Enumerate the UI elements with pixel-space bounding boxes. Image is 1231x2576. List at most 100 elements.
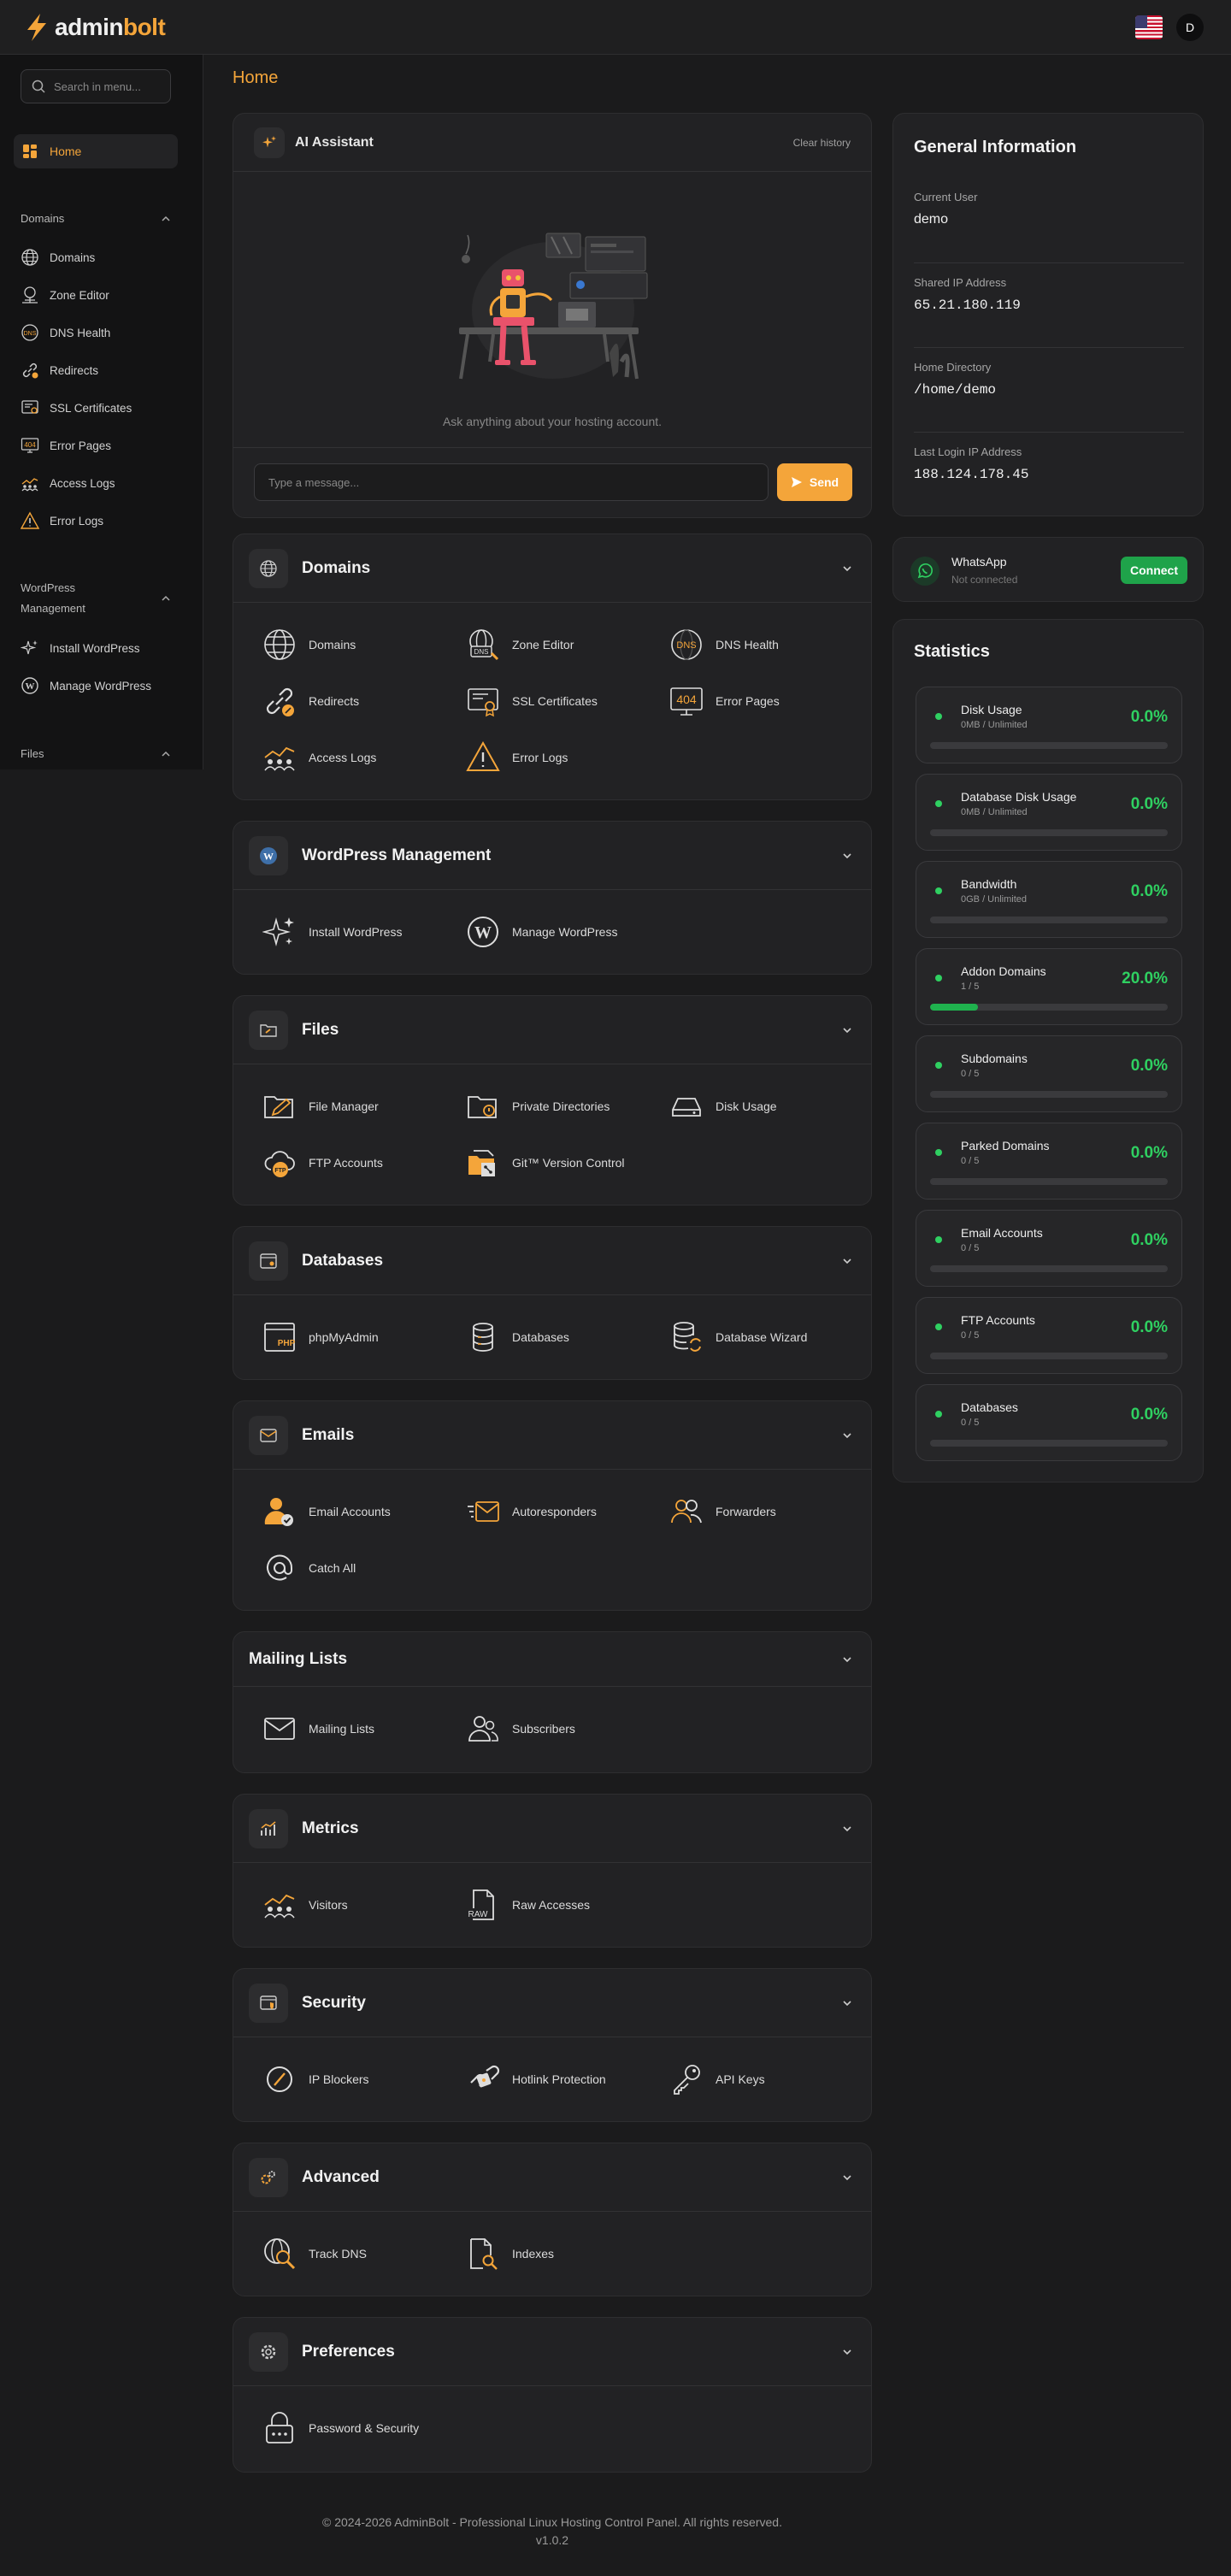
error-404-icon: 404 <box>21 436 39 455</box>
connect-button[interactable]: Connect <box>1121 557 1187 584</box>
grid-item-ssl[interactable]: SSL Certificates <box>466 684 598 718</box>
sidebar-item-manage-wordpress[interactable]: W Manage WordPress <box>21 675 151 696</box>
card-header[interactable]: Mailing Lists <box>233 1632 871 1687</box>
grid-item-autoresponders[interactable]: Autoresponders <box>466 1494 597 1529</box>
grid-item-password-security[interactable]: Password & Security <box>262 2411 419 2445</box>
grid-item-git[interactable]: Git™ Version Control <box>466 1146 625 1180</box>
chevron-down-icon[interactable] <box>839 2343 856 2361</box>
sidebar-item-zone-editor[interactable]: Zone Editor <box>21 285 109 305</box>
sidebar-item-error-pages[interactable]: 404 Error Pages <box>21 435 111 456</box>
info-current-user: Current User demo <box>914 191 1184 227</box>
clear-history-button[interactable]: Clear history <box>793 137 851 149</box>
sidebar-item-error-logs[interactable]: Error Logs <box>21 510 103 531</box>
grid-item-ftp-accounts[interactable]: FTP FTP Accounts <box>262 1146 383 1180</box>
grid-item-visitors[interactable]: Visitors <box>262 1888 348 1922</box>
sidebar-item-redirects[interactable]: Redirects <box>21 360 98 380</box>
grid-item-email-accounts[interactable]: Email Accounts <box>262 1494 391 1529</box>
grid-item-label: Catch All <box>309 1561 356 1575</box>
send-button[interactable]: Send <box>777 463 852 501</box>
status-dot <box>935 713 942 720</box>
svg-text:W: W <box>474 923 492 942</box>
card-header[interactable]: Files <box>233 996 871 1064</box>
sidebar-item-domains[interactable]: Domains <box>21 247 95 268</box>
user-avatar[interactable]: D <box>1176 14 1204 41</box>
chevron-down-icon[interactable] <box>839 560 856 577</box>
grid-item-label: Error Logs <box>512 751 568 764</box>
card-header[interactable]: Domains <box>233 534 871 603</box>
grid-item-access-logs[interactable]: Access Logs <box>262 740 376 775</box>
grid-item-catch-all[interactable]: Catch All <box>262 1551 356 1585</box>
mail-fast-icon <box>466 1494 500 1529</box>
grid-item-dns-health[interactable]: DNS DNS Health <box>669 628 779 662</box>
grid-item-phpmyadmin[interactable]: PHP phpMyAdmin <box>262 1320 379 1354</box>
grid-item-domains[interactable]: Domains <box>262 628 356 662</box>
dashboard-icon <box>23 144 37 158</box>
stat-name: Database Disk Usage <box>961 790 1077 804</box>
chevron-down-icon[interactable] <box>839 1253 856 1270</box>
chevron-down-icon[interactable] <box>839 2169 856 2186</box>
logo[interactable]: adminbolt <box>24 12 166 43</box>
chevron-down-icon[interactable] <box>839 1995 856 2012</box>
stat-percent: 0.0% <box>1130 1318 1168 1336</box>
status-dot <box>935 887 942 894</box>
card-header[interactable]: Advanced <box>233 2143 871 2212</box>
sidebar-search[interactable] <box>21 69 171 103</box>
card-header[interactable]: Preferences <box>233 2318 871 2386</box>
sidebar-search-input[interactable] <box>54 80 156 93</box>
card-header[interactable]: W WordPress Management <box>233 822 871 890</box>
grid-item-private-directories[interactable]: Private Directories <box>466 1089 610 1123</box>
card-title: Advanced <box>302 2167 380 2186</box>
grid-item-label: Disk Usage <box>716 1099 777 1113</box>
shield-window-icon <box>249 1983 288 2023</box>
grid-item-label: Password & Security <box>309 2421 420 2435</box>
grid-item-file-manager[interactable]: File Manager <box>262 1089 379 1123</box>
grid-item-hotlink-protection[interactable]: Hotlink Protection <box>466 2062 606 2096</box>
stat-name: Email Accounts <box>961 1226 1043 1240</box>
grid-item-error-pages[interactable]: 404 Error Pages <box>669 684 780 718</box>
grid-item-ip-blockers[interactable]: IP Blockers <box>262 2062 369 2096</box>
chevron-down-icon[interactable] <box>839 1022 856 1039</box>
grid-item-track-dns[interactable]: Track DNS <box>262 2237 367 2271</box>
card-header[interactable]: Security <box>233 1969 871 2037</box>
stat-name: Bandwidth <box>961 877 1017 891</box>
grid-item-disk-usage[interactable]: Disk Usage <box>669 1089 777 1123</box>
card-header[interactable]: Databases <box>233 1227 871 1295</box>
card-header[interactable]: Emails <box>233 1401 871 1470</box>
grid-item-database-wizard[interactable]: Database Wizard <box>669 1320 807 1354</box>
chevron-down-icon[interactable] <box>839 1651 856 1668</box>
sidebar-item-install-wordpress[interactable]: Install WordPress <box>21 638 140 658</box>
grid-item-mailing-lists[interactable]: Mailing Lists <box>262 1712 374 1746</box>
link-icon <box>21 361 39 380</box>
sidebar-item-label: Install WordPress <box>50 641 140 655</box>
sidebar-item-ssl[interactable]: SSL Certificates <box>21 398 132 418</box>
grid-item-zone-editor[interactable]: DNS Zone Editor <box>466 628 574 662</box>
grid-item-subscribers[interactable]: Subscribers <box>466 1712 575 1746</box>
sidebar-item-access-logs[interactable]: Access Logs <box>21 473 115 493</box>
grid-item-api-keys[interactable]: API Keys <box>669 2062 765 2096</box>
globe-icon <box>249 548 288 588</box>
chevron-down-icon[interactable] <box>839 1820 856 1837</box>
grid-item-raw-accesses[interactable]: RAW Raw Accesses <box>466 1888 590 1922</box>
sidebar-section-domains[interactable]: Domains <box>21 209 171 229</box>
globe-search-icon <box>262 2237 297 2271</box>
chevron-down-icon[interactable] <box>839 847 856 864</box>
chevron-down-icon[interactable] <box>839 1427 856 1444</box>
stat-percent: 0.0% <box>1130 795 1168 813</box>
sidebar-item-dns-health[interactable]: DNS DNS Health <box>21 322 110 343</box>
grid-item-forwarders[interactable]: Forwarders <box>669 1494 776 1529</box>
grid-item-error-logs[interactable]: Error Logs <box>466 740 568 775</box>
grid-item-label: FTP Accounts <box>309 1156 383 1170</box>
card-header[interactable]: Metrics <box>233 1795 871 1863</box>
grid-item-install-wordpress[interactable]: Install WordPress <box>262 915 402 949</box>
sidebar-section-files[interactable]: Files <box>21 744 171 764</box>
grid-item-manage-wordpress[interactable]: W Manage WordPress <box>466 915 617 949</box>
grid-item-redirects[interactable]: Redirects <box>262 684 359 718</box>
sidebar-section-wordpress[interactable]: WordPress Management <box>21 578 171 619</box>
sidebar-item-home[interactable]: Home <box>14 134 178 168</box>
grid-item-indexes[interactable]: Indexes <box>466 2237 554 2271</box>
ai-message-input[interactable] <box>254 463 769 501</box>
grid-item-label: Access Logs <box>309 751 377 764</box>
grid-item-label: DNS Health <box>716 638 779 651</box>
language-flag-icon[interactable] <box>1135 15 1163 39</box>
grid-item-databases[interactable]: Databases <box>466 1320 569 1354</box>
